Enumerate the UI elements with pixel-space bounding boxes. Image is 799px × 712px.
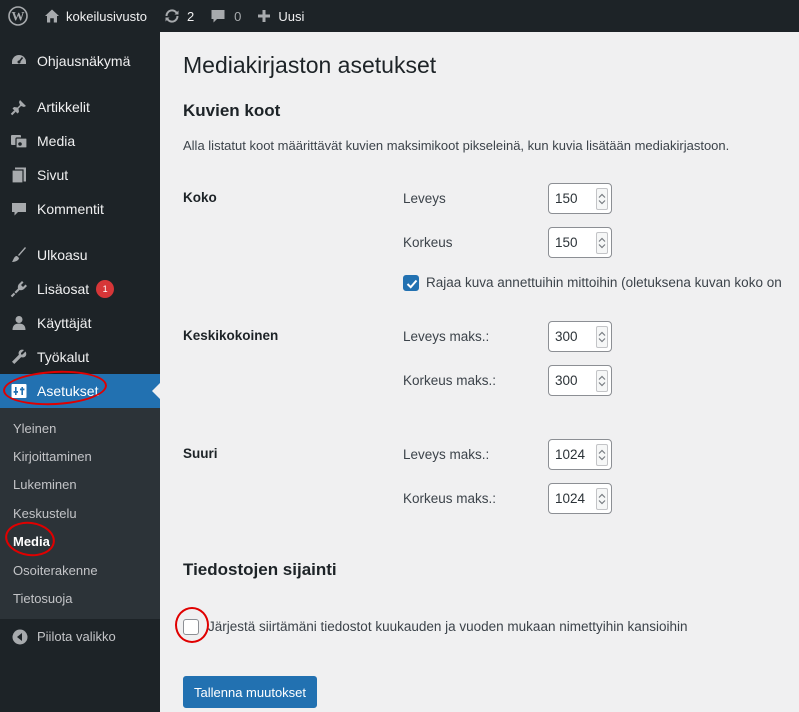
submenu-item-writing[interactable]: Kirjoittaminen: [0, 442, 160, 470]
pin-icon: [9, 97, 29, 117]
save-changes-button[interactable]: Tallenna muutokset: [183, 676, 318, 708]
sidebar-item-label: Työkalut: [37, 349, 90, 365]
image-sizes-description: Alla listatut koot määrittävät kuvien ma…: [183, 138, 730, 153]
home-icon: [44, 8, 60, 24]
thumbnail-height-value: 150: [555, 235, 578, 250]
spinner-arrows-icon[interactable]: [596, 369, 608, 392]
plugin-icon: [9, 279, 29, 299]
spinner-arrows-icon[interactable]: [596, 187, 608, 210]
wrench-icon: [9, 347, 29, 367]
sidebar-item-comments[interactable]: Kommentit: [0, 192, 160, 226]
media-icon: [9, 131, 29, 151]
organize-uploads-label: Järjestä siirtämäni tiedostot kuukauden …: [208, 619, 688, 634]
large-height-input[interactable]: 1024: [548, 483, 612, 514]
section-heading-image-sizes: Kuvien koot: [183, 101, 281, 120]
medium-height-value: 300: [555, 373, 578, 388]
new-content-link[interactable]: Uusi: [249, 0, 312, 32]
spinner-arrows-icon[interactable]: [596, 325, 608, 348]
medium-width-value: 300: [555, 329, 578, 344]
thumbnail-height-input[interactable]: 150: [548, 227, 612, 258]
settings-icon: [9, 381, 29, 401]
comments-count: 0: [234, 8, 242, 24]
users-icon: [9, 313, 29, 333]
thumbnail-width-input[interactable]: 150: [548, 183, 612, 214]
site-name-link[interactable]: kokeilusivusto: [36, 0, 155, 32]
sidebar-item-tools[interactable]: Työkalut: [0, 340, 160, 374]
pages-icon: [9, 165, 29, 185]
comments-link[interactable]: 0: [202, 0, 249, 32]
sidebar-item-users[interactable]: Käyttäjät: [0, 306, 160, 340]
dashboard-icon: [9, 51, 29, 71]
checkmark-icon: [406, 279, 418, 289]
large-height-value: 1024: [555, 491, 586, 506]
spinner-arrows-icon[interactable]: [596, 443, 608, 466]
collapse-menu-label: Piilota valikko: [37, 629, 116, 645]
sidebar-item-label: Sivut: [37, 167, 69, 183]
submenu-item-permalinks[interactable]: Osoiterakenne: [0, 556, 160, 584]
crop-thumbnail-checkbox[interactable]: [403, 275, 419, 291]
organize-uploads-checkbox[interactable]: [183, 619, 199, 635]
sidebar-item-label: Lisäosat: [37, 281, 90, 297]
spinner-arrows-icon[interactable]: [596, 487, 608, 510]
medium-height-label: Korkeus maks.:: [403, 373, 497, 388]
collapse-arrow-icon: [11, 629, 29, 645]
brush-icon: [9, 245, 29, 265]
updates-count: 2: [186, 8, 195, 24]
sidebar-item-label: Media: [37, 133, 76, 149]
thumbnail-width-label: Leveys: [403, 191, 446, 206]
updates-link[interactable]: 2: [155, 0, 202, 32]
large-size-heading: Suuri: [183, 446, 218, 461]
large-width-value: 1024: [555, 447, 586, 462]
sidebar-item-dashboard[interactable]: Ohjausnäkymä: [0, 44, 160, 78]
plus-icon: [257, 9, 271, 23]
sidebar-item-label: Artikkelit: [37, 99, 90, 115]
section-heading-uploads: Tiedostojen sijainti: [183, 560, 337, 579]
new-label: Uusi: [278, 8, 305, 24]
site-name: kokeilusivusto: [66, 8, 147, 24]
large-height-label: Korkeus maks.:: [403, 491, 497, 506]
thumbnail-height-label: Korkeus: [403, 235, 453, 250]
submenu-item-discussion[interactable]: Keskustelu: [0, 499, 160, 527]
sidebar-item-pages[interactable]: Sivut: [0, 158, 160, 192]
submenu-item-media[interactable]: Media: [0, 528, 160, 556]
spinner-arrows-icon[interactable]: [596, 231, 608, 254]
large-width-label: Leveys maks.:: [403, 447, 490, 462]
sidebar-item-label: Kommentit: [37, 201, 104, 217]
sidebar-item-label: Ohjausnäkymä: [37, 53, 131, 69]
main-content: Mediakirjaston asetukset Kuvien koot All…: [160, 32, 799, 712]
sidebar-item-label: Käyttäjät: [37, 315, 92, 331]
sidebar-item-settings[interactable]: Asetukset: [0, 374, 160, 408]
admin-sidebar: Ohjausnäkymä Artikkelit Media Sivut Komm…: [0, 32, 160, 712]
thumbnail-width-value: 150: [555, 191, 578, 206]
comment-icon: [9, 199, 29, 219]
medium-width-input[interactable]: 300: [548, 321, 612, 352]
wordpress-logo-icon[interactable]: W: [0, 0, 36, 32]
crop-thumbnail-label: Rajaa kuva annettuihin mittoihin (oletuk…: [426, 275, 782, 290]
plugin-update-badge: 1: [96, 280, 115, 298]
submenu-item-reading[interactable]: Lukeminen: [0, 471, 160, 499]
sidebar-item-posts[interactable]: Artikkelit: [0, 90, 160, 124]
page-title: Mediakirjaston asetukset: [183, 52, 437, 78]
sidebar-item-media[interactable]: Media: [0, 124, 160, 158]
admin-bar: W kokeilusivusto 2 0 Uusi: [0, 0, 799, 32]
sidebar-item-plugins[interactable]: Lisäosat 1: [0, 272, 160, 306]
sidebar-item-appearance[interactable]: Ulkoasu: [0, 238, 160, 272]
thumbnail-size-heading: Koko: [183, 190, 217, 205]
settings-submenu: Yleinen Kirjoittaminen Lukeminen Keskust…: [0, 408, 160, 619]
collapse-menu-button[interactable]: Piilota valikko: [0, 619, 160, 655]
sidebar-item-label: Asetukset: [37, 383, 99, 399]
medium-size-heading: Keskikokoinen: [183, 328, 279, 343]
submenu-item-privacy[interactable]: Tietosuoja: [0, 584, 160, 612]
submenu-item-general[interactable]: Yleinen: [0, 414, 160, 442]
medium-width-label: Leveys maks.:: [403, 329, 490, 344]
large-width-input[interactable]: 1024: [548, 439, 612, 470]
sidebar-item-label: Ulkoasu: [37, 247, 88, 263]
svg-text:W: W: [12, 9, 25, 24]
comment-icon: [210, 8, 226, 24]
medium-height-input[interactable]: 300: [548, 365, 612, 396]
updates-icon: [163, 7, 181, 25]
